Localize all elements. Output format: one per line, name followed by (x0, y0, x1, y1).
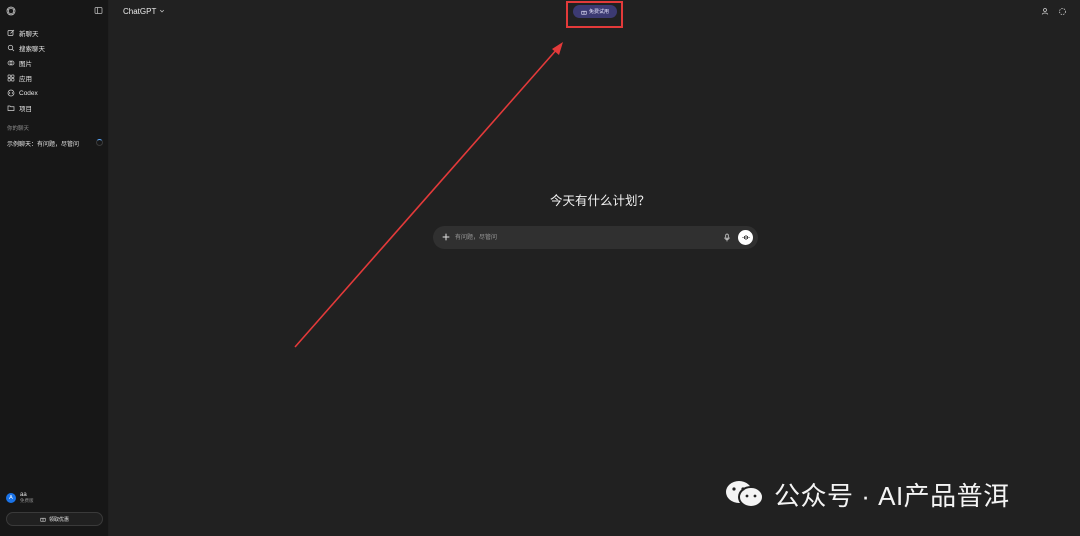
page-title: 今天有什么计划？ (549, 194, 650, 208)
sidebar-item-label: 新聊天 (19, 31, 39, 38)
folder-icon (7, 105, 15, 111)
user-profile[interactable]: A aa 免费版 (6, 490, 104, 506)
apps-grid-icon (7, 74, 15, 82)
claim-offer-button[interactable]: 领取优惠 (6, 512, 103, 526)
composer (433, 226, 758, 249)
sidebar-item-label: 项目 (19, 106, 32, 113)
arrow-head-icon (552, 42, 563, 55)
annotation-arrow (294, 42, 563, 348)
sidebar-item-label: Codex (19, 89, 38, 97)
user-plan: 免费版 (20, 497, 34, 503)
sidebar-item-apps[interactable]: 应用 (4, 71, 104, 85)
model-selector[interactable]: ChatGPT (123, 5, 165, 17)
microphone-icon[interactable] (723, 233, 731, 242)
sidebar-item-images[interactable]: 图片 (4, 56, 104, 70)
avatar: A (6, 493, 16, 503)
chat-history-label: 示例聊天：有问题，尽管问 (7, 141, 80, 148)
sidebar-item-label: 图片 (19, 61, 32, 68)
sidebar-item-new-chat[interactable]: 新聊天 (4, 26, 104, 40)
chat-history-item[interactable]: 示例聊天：有问题，尽管问 (4, 136, 104, 150)
codex-icon (7, 89, 15, 97)
temporary-chat-icon[interactable] (1058, 7, 1067, 16)
sidebar-item-search-chats[interactable]: 搜索聊天 (4, 41, 104, 55)
wechat-logo-icon (726, 481, 764, 508)
voice-waveform-icon (742, 235, 749, 240)
prompt-input[interactable] (455, 230, 715, 245)
sidebar-header (0, 0, 109, 22)
chevron-down-icon (160, 9, 165, 13)
sidebar-item-label: 应用 (19, 76, 32, 83)
chat-history-heading: 你的聊天 (7, 126, 30, 132)
sidebar-item-projects[interactable]: 项目 (4, 101, 104, 115)
sidebar-item-codex[interactable]: Codex (4, 86, 104, 100)
sidebar-item-label: 搜索聊天 (19, 46, 45, 53)
loading-spinner-icon (96, 139, 103, 146)
user-add-icon[interactable] (1041, 7, 1050, 16)
sidebar-toggle-icon[interactable] (94, 6, 103, 15)
watermark: 公众号 · AI产品普洱 (724, 476, 1010, 512)
voice-mode-button[interactable] (738, 230, 753, 245)
plus-icon[interactable] (441, 232, 451, 242)
search-icon (7, 44, 15, 52)
sidebar: 新聊天 搜索聊天 图片 应用 Codex 项目 你的聊天 示例聊天：有问题，尽管… (0, 0, 109, 536)
image-icon (7, 60, 15, 66)
openai-logo-icon[interactable] (6, 6, 16, 16)
gift-icon (40, 517, 46, 522)
model-name: ChatGPT (123, 6, 157, 16)
watermark-text: 公众号 · AI产品普洱 (774, 480, 1010, 511)
annotation-highlight-box (566, 1, 623, 28)
claim-offer-label: 领取优惠 (48, 516, 69, 523)
new-chat-icon (7, 29, 15, 36)
